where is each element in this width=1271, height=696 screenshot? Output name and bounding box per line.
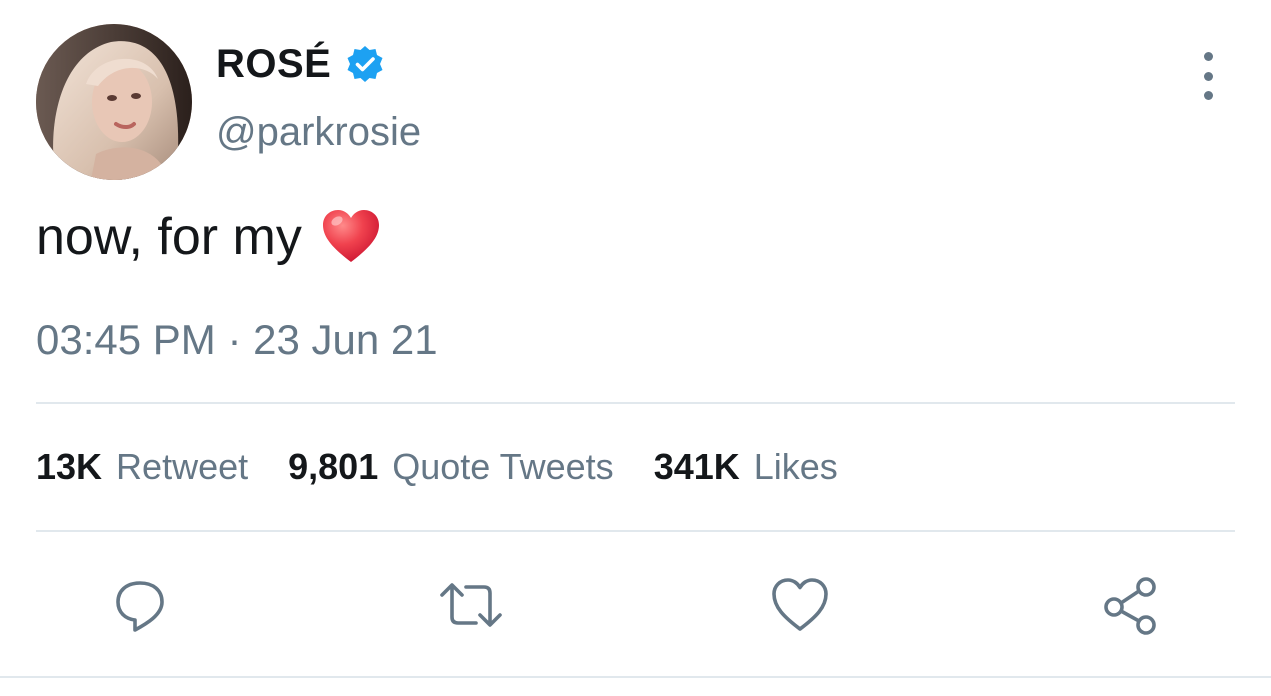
share-button[interactable] bbox=[1095, 570, 1165, 640]
like-icon bbox=[772, 578, 828, 631]
quote-tweets-stat[interactable]: 9,801 Quote Tweets bbox=[288, 446, 614, 488]
tweet-text-content: now, for my bbox=[36, 208, 302, 266]
tweet-card: ROSÉ @parkrosie now, for my 03:45 PM · 2… bbox=[0, 0, 1271, 696]
reply-button[interactable] bbox=[105, 570, 175, 640]
red-heart-emoji bbox=[320, 206, 382, 268]
author-name-row: ROSÉ bbox=[216, 40, 385, 88]
reply-icon bbox=[116, 581, 164, 632]
retweets-count: 13K bbox=[36, 446, 103, 487]
tweet-timestamp[interactable]: 03:45 PM · 23 Jun 21 bbox=[36, 316, 438, 364]
tweet-stats: 13K Retweet 9,801 Quote Tweets 341K Like… bbox=[36, 446, 878, 488]
verified-badge-icon bbox=[345, 44, 385, 84]
divider bbox=[36, 530, 1235, 532]
avatar-photo bbox=[36, 24, 192, 180]
more-options-icon[interactable] bbox=[1194, 52, 1222, 100]
more-dot bbox=[1203, 52, 1213, 61]
share-icon bbox=[1104, 577, 1156, 635]
like-button[interactable] bbox=[765, 570, 835, 640]
author-handle[interactable]: @parkrosie bbox=[216, 110, 421, 155]
quote-tweets-count: 9,801 bbox=[288, 446, 379, 487]
more-dot bbox=[1203, 91, 1213, 100]
retweets-label: Retweet bbox=[116, 446, 249, 487]
author-display-name[interactable]: ROSÉ bbox=[216, 42, 331, 87]
retweet-button[interactable] bbox=[436, 570, 506, 640]
tweet-text: now, for my bbox=[36, 206, 382, 268]
quote-tweets-label: Quote Tweets bbox=[392, 446, 614, 487]
retweet-icon bbox=[440, 583, 502, 627]
divider bbox=[36, 402, 1235, 404]
avatar[interactable] bbox=[36, 24, 192, 180]
likes-label: Likes bbox=[753, 446, 838, 487]
likes-count: 341K bbox=[653, 446, 740, 487]
divider bbox=[0, 676, 1271, 678]
more-dot bbox=[1203, 71, 1213, 81]
likes-stat[interactable]: 341K Likes bbox=[654, 446, 838, 488]
tweet-actions bbox=[0, 570, 1271, 640]
retweets-stat[interactable]: 13K Retweet bbox=[36, 446, 248, 488]
